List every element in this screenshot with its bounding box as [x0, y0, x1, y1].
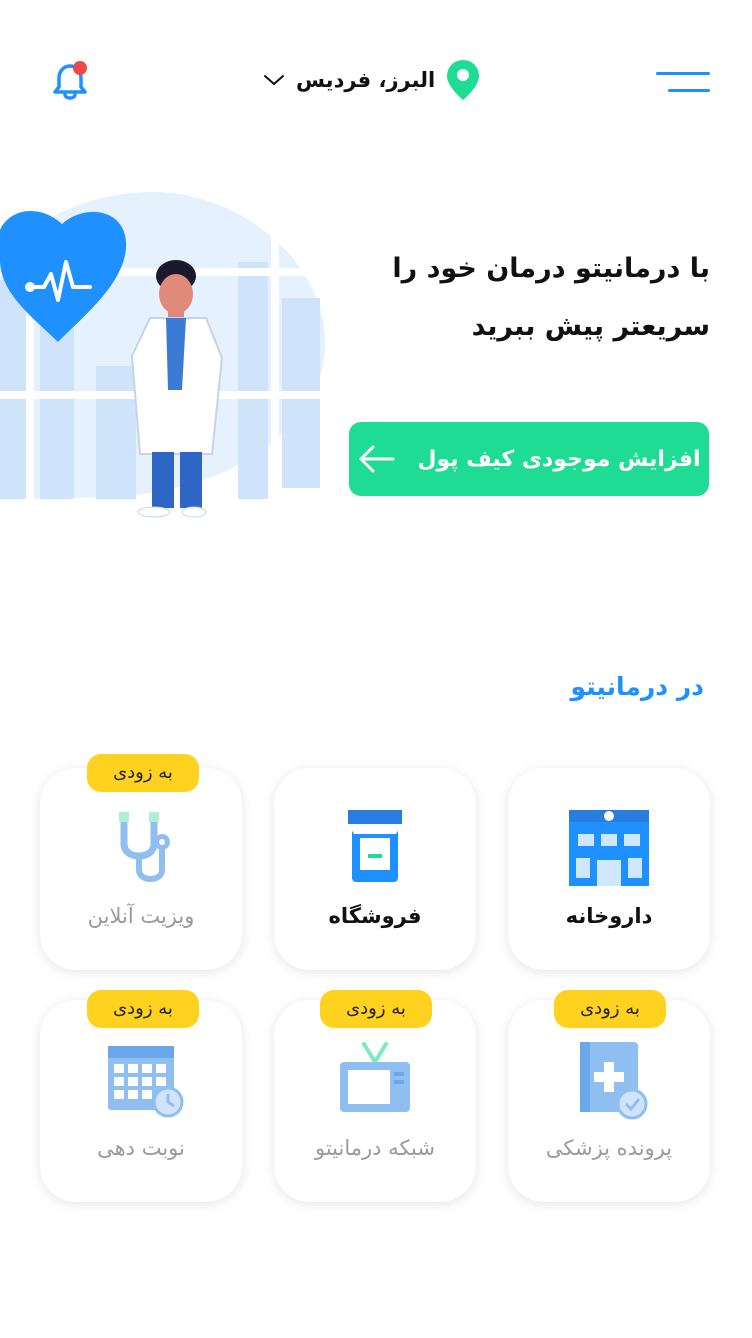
service-label: فروشگاه: [328, 904, 422, 928]
coming-soon-badge: به زودی: [87, 990, 199, 1028]
service-card-medical-record[interactable]: پرونده پزشکی: [508, 1000, 710, 1202]
cta-label: افزایش موجودی کیف پول: [417, 446, 701, 472]
service-label: داروخانه: [565, 904, 653, 928]
service-card-darmanito-network[interactable]: شبکه درمانیتو: [274, 1000, 476, 1202]
medical-record-icon: [580, 1042, 648, 1120]
service-label: نوبت دهی: [97, 1136, 185, 1160]
service-card-appointment[interactable]: نوبت دهی: [40, 1000, 242, 1202]
coming-soon-badge: به زودی: [554, 990, 666, 1028]
hero-title-line2: سریعتر پیش ببرید: [471, 311, 710, 342]
increase-wallet-button[interactable]: افزایش موجودی کیف پول: [349, 422, 709, 496]
calendar-icon: [108, 1046, 184, 1118]
hero-title-line1: با درمانیتو درمان خود را: [392, 253, 710, 284]
section-title: در درمانیتو: [570, 672, 704, 701]
coming-soon-badge: به زودی: [87, 754, 199, 792]
arrow-left-icon: [359, 445, 395, 473]
service-card-online-visit[interactable]: ویزیت آنلاین: [40, 768, 242, 970]
stethoscope-icon: [119, 812, 170, 882]
service-label: ویزیت آنلاین: [87, 904, 195, 928]
pharmacy-icon: [569, 810, 649, 886]
tv-icon: [340, 1042, 410, 1112]
service-label: پرونده پزشکی: [545, 1136, 673, 1160]
bell-icon[interactable]: [52, 58, 92, 102]
service-card-pharmacy[interactable]: داروخانه: [508, 768, 710, 970]
chevron-down-icon: [264, 75, 284, 85]
hamburger-menu-icon[interactable]: [656, 70, 710, 96]
location-selector[interactable]: البرز، فردیس: [262, 58, 481, 102]
notification-dot: [73, 61, 87, 75]
coming-soon-badge: به زودی: [320, 990, 432, 1028]
shop-icon: [348, 810, 402, 882]
location-label: البرز، فردیس: [296, 68, 436, 92]
service-card-shop[interactable]: فروشگاه: [274, 768, 476, 970]
service-label: شبکه درمانیتو: [315, 1136, 435, 1160]
doctor-illustration: [0, 190, 330, 526]
hero-title: با درمانیتو درمان خود را سریعتر پیش ببری…: [350, 240, 710, 356]
location-pin-icon: [447, 60, 480, 100]
